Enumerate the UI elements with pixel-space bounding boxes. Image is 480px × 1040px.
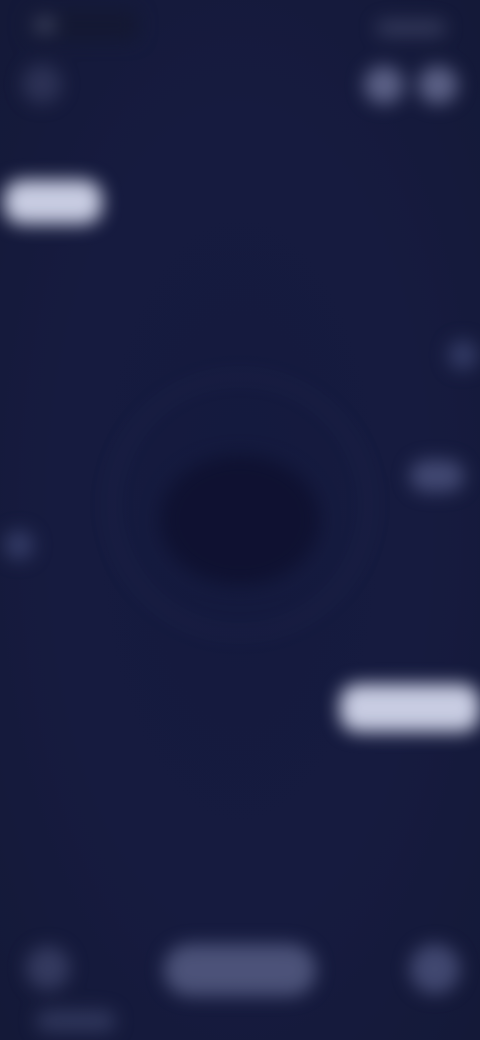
primary-action-button[interactable] <box>164 944 316 996</box>
share-icon[interactable] <box>364 66 404 104</box>
floating-chip-left[interactable] <box>4 180 102 224</box>
center-core[interactable] <box>160 455 320 585</box>
bottom-bar <box>0 920 480 1040</box>
screen <box>0 0 480 1040</box>
floating-bubble[interactable] <box>448 340 478 370</box>
status-bar <box>0 0 480 48</box>
right-action-icon[interactable] <box>410 944 460 994</box>
status-icons <box>376 20 446 36</box>
status-indicator-icon <box>34 18 56 32</box>
floating-chip-right[interactable] <box>340 684 480 732</box>
blurred-content <box>0 0 480 1040</box>
back-arrow-icon[interactable] <box>22 64 62 104</box>
floating-bubble[interactable] <box>410 460 464 492</box>
more-icon[interactable] <box>418 66 458 104</box>
home-indicator <box>36 1010 116 1032</box>
floating-bubble[interactable] <box>4 530 34 560</box>
top-actions <box>308 66 458 104</box>
left-action-icon[interactable] <box>26 946 70 990</box>
